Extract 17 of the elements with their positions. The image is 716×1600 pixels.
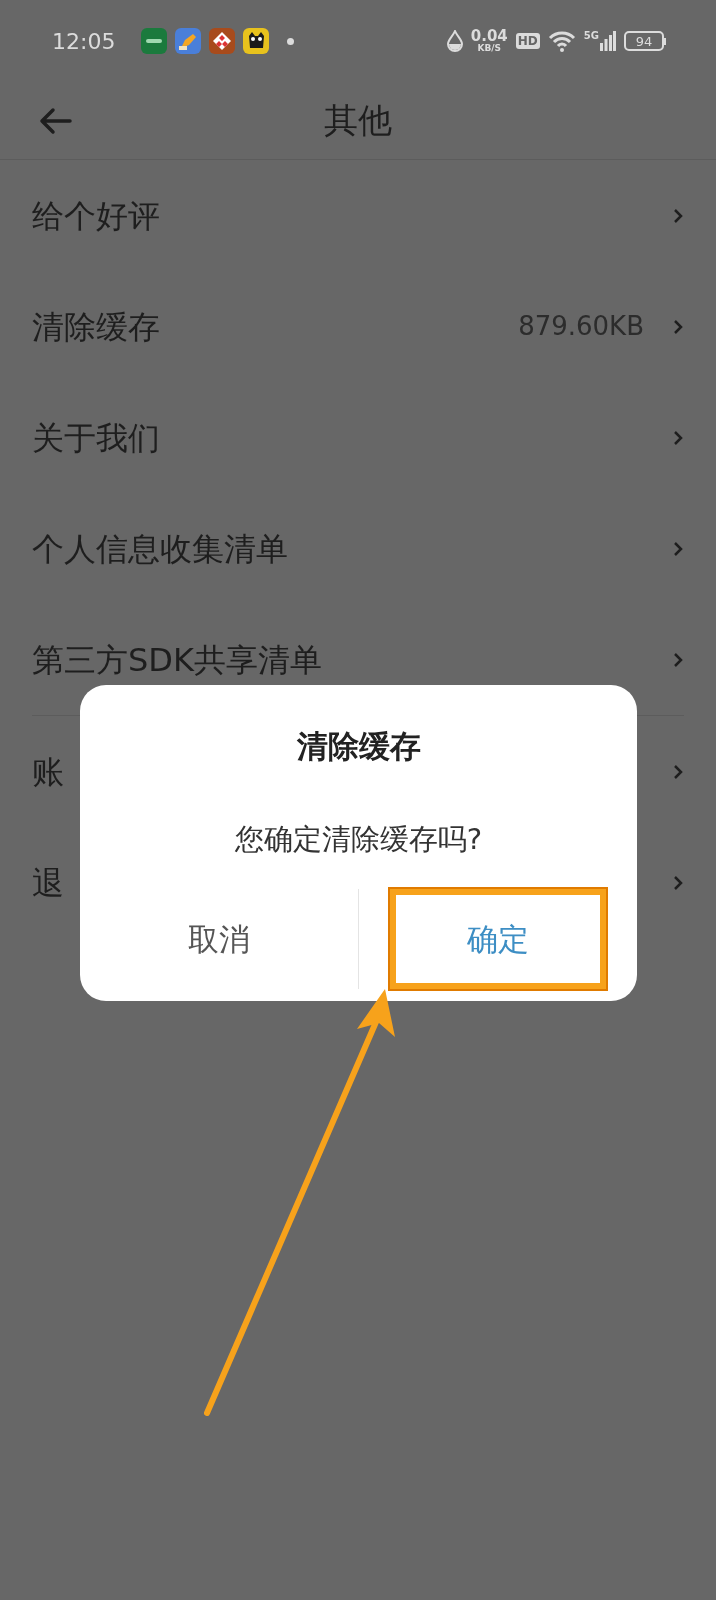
row-label: 退 xyxy=(32,862,64,904)
row-label: 第三方SDK共享清单 xyxy=(32,639,322,681)
row-label: 给个好评 xyxy=(32,195,160,237)
status-time: 12:05 xyxy=(52,27,116,56)
network-type: 5G xyxy=(583,31,599,41)
net-speed: 0.04 xyxy=(470,29,508,44)
net-speed-unit: KB/S xyxy=(477,44,502,53)
row-label: 个人信息收集清单 xyxy=(32,528,288,570)
battery: 94 xyxy=(624,31,666,51)
page-title: 其他 xyxy=(324,99,392,142)
hd-badge: HD xyxy=(515,33,540,49)
dialog-title: 清除缓存 xyxy=(296,727,421,766)
row-label: 关于我们 xyxy=(32,417,160,459)
row-label: 账 xyxy=(32,751,64,793)
row-value: 879.60KB xyxy=(518,310,644,343)
dialog-message: 您确定清除缓存吗? xyxy=(234,820,483,858)
row-label: 清除缓存 xyxy=(32,306,160,348)
